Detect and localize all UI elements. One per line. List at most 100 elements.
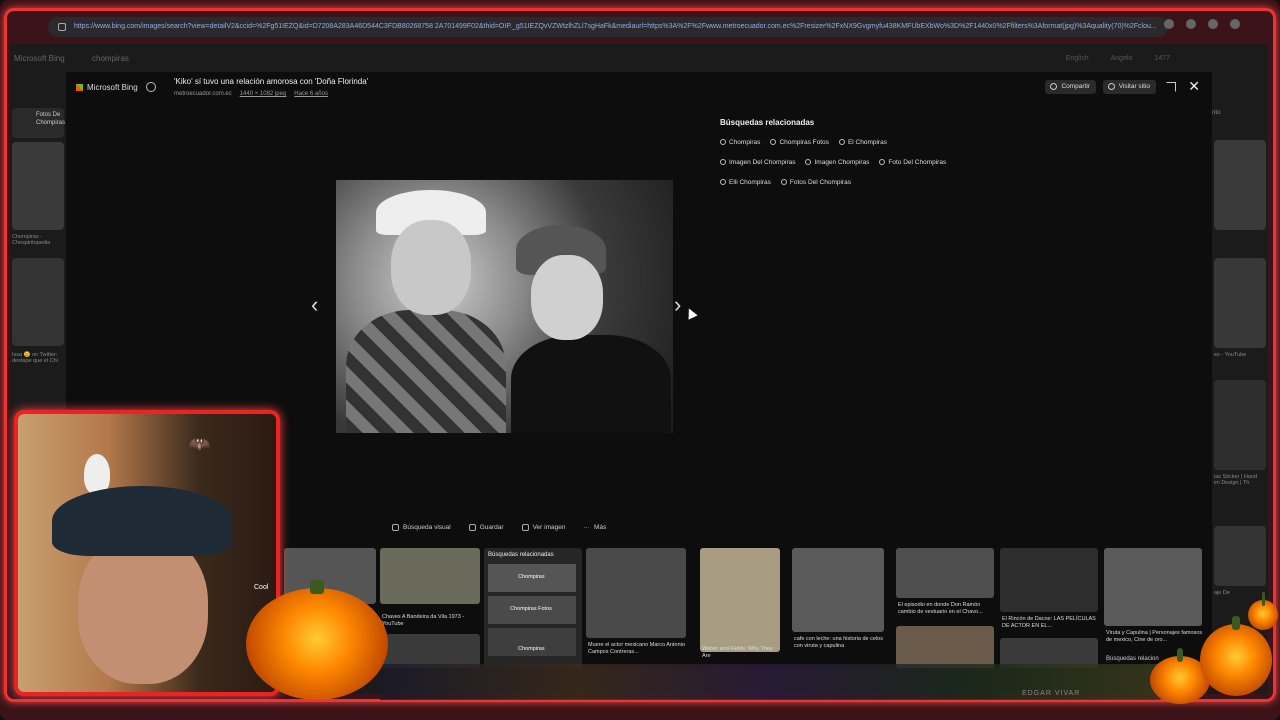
related-tile-image[interactable]: Chompiras [488, 628, 576, 656]
bg-thumb[interactable] [1214, 380, 1266, 470]
image-dimensions[interactable]: 1440 × 1082 jpeg [240, 91, 287, 97]
streamer-cap [52, 486, 232, 556]
expand-icon[interactable] [1166, 82, 1176, 92]
microsoft-logo-icon [76, 84, 83, 91]
bat-decoration-icon: 🦇 [188, 434, 211, 454]
bing-logo[interactable]: Microsoft Bing [76, 83, 138, 92]
image-title[interactable]: 'Kiko' sí tuvo una relación amorosa con … [174, 77, 368, 86]
bg-thumb[interactable] [1214, 526, 1266, 586]
lock-icon [58, 23, 66, 31]
bg-bing-logo[interactable]: Microsoft Bing [14, 54, 65, 63]
related-chip[interactable]: Fotos Del Chompiras [780, 175, 851, 189]
related-chip[interactable]: Foto Del Chompiras [879, 155, 946, 169]
search-icon [720, 179, 726, 185]
image-figure-right [511, 335, 671, 433]
next-image-button[interactable]: › [674, 292, 681, 318]
image-icon [521, 524, 529, 531]
related-chip[interactable]: Chompiras Fotos [770, 135, 829, 149]
bg-caption: Issa 😢 on Twitter: destape que el Chi [12, 352, 58, 364]
save-button[interactable]: Guardar [468, 524, 504, 531]
close-icon[interactable]: ✕ [1188, 78, 1200, 95]
share-label: Compartir [1061, 83, 1090, 90]
related-chip[interactable]: Imagen Del Chompiras [720, 155, 795, 169]
bg-caption: es - YouTube [1214, 352, 1247, 358]
previous-image-button[interactable]: ‹ [311, 292, 318, 318]
menu-icon[interactable] [1230, 19, 1240, 29]
thumbnail[interactable] [896, 626, 994, 668]
image-actions: Búsqueda visual Guardar Ver imagen ··· Má… [392, 524, 606, 531]
visit-site-button[interactable]: Visitar sitio [1102, 80, 1156, 94]
image-face-right [531, 255, 603, 340]
thumbnail[interactable]: El episodio en donde Don Ramón cambio de… [896, 548, 994, 615]
bookmark-star-icon[interactable] [1164, 19, 1174, 29]
related-tile-image[interactable]: Chompiras Fotos [488, 596, 576, 624]
view-image-button[interactable]: Ver imagen [521, 524, 565, 531]
globe-icon [1107, 83, 1115, 90]
thumbnail[interactable]: Weber and Fields: Why They Are [700, 548, 780, 659]
share-icon [1050, 83, 1058, 90]
source-domain[interactable]: metroecuador.com.ec [174, 91, 232, 97]
thumbnail[interactable]: Muere el actor mexicano Marco Antonio Ca… [586, 548, 686, 655]
bg-thumb[interactable] [1214, 258, 1266, 348]
search-icon [838, 139, 845, 145]
bg-caption: Chompiras - Chespiritopedia [12, 234, 51, 246]
thumbnail[interactable]: Viruta y Capulina | Personajes famosos d… [1104, 548, 1202, 643]
related-tile-image[interactable]: Chompiras [488, 564, 576, 592]
related-tile-label: Chompiras [518, 646, 545, 652]
save-label: Guardar [479, 524, 504, 531]
browser-toolbar [1164, 19, 1240, 29]
bg-thumb[interactable] [12, 142, 64, 230]
related-chip-label: Fotos Del Chompiras [789, 178, 851, 186]
related-searches: Búsquedas relacionadas Chompiras Chompir… [720, 118, 1020, 189]
extension-icon[interactable] [1186, 19, 1196, 29]
bottom-name-text: EDGAR VIVAR [1022, 690, 1081, 697]
share-button[interactable]: Compartir [1045, 80, 1096, 94]
related-chip-label: Imagen Chompiras [814, 158, 870, 166]
streamer-face [78, 534, 208, 684]
related-tile-title: Búsquedas relacionadas [488, 552, 554, 558]
webcam-overlay: 🦇 Cool [14, 410, 280, 696]
bg-user[interactable]: Angelo [1111, 55, 1133, 62]
profile-icon[interactable] [1208, 19, 1218, 29]
related-chip[interactable]: El Chompiras [838, 135, 887, 149]
thumbnail-caption: Viruta y Capulina | Personajes famosos d… [1106, 630, 1203, 643]
bg-language[interactable]: English [1066, 55, 1089, 62]
bg-thumb[interactable]: Fotos De Chompiras [12, 108, 65, 138]
bg-header-right: English Angelo 1477 [1066, 55, 1170, 62]
bg-search-query[interactable]: chompiras [92, 54, 129, 63]
pumpkin-icon [246, 580, 388, 700]
more-label: Más [593, 524, 607, 531]
visual-search-button[interactable]: Búsqueda visual [392, 524, 451, 531]
related-chip[interactable]: Chompiras [720, 135, 760, 149]
bg-thumb[interactable] [1214, 140, 1266, 230]
image-figure-left [346, 310, 506, 433]
mouse-cursor-icon [684, 306, 698, 320]
bookmark-icon [468, 524, 476, 531]
bg-caption: ias Sticker | Hand im Design | Th [1214, 474, 1258, 486]
image-age[interactable]: Hace 6 años [294, 91, 328, 97]
related-chip-label: Foto Del Chompiras [888, 158, 947, 166]
bg-caption: aje De [1214, 590, 1230, 596]
related-chip[interactable]: Elli Chompiras [720, 175, 771, 189]
search-icon [770, 139, 777, 145]
bg-points[interactable]: 1477 [1154, 55, 1170, 62]
search-icon[interactable] [146, 82, 156, 92]
thumbnail[interactable]: Chaves A Bandeira da Vila 1973 - YouTube [380, 548, 480, 627]
thumbnail[interactable] [380, 634, 480, 668]
search-icon [805, 159, 812, 165]
bg-caption: Fotos De [36, 112, 61, 118]
thumbnail[interactable]: El Rincón de Dacne: LAS PELÍCULAS DE ACT… [1000, 548, 1098, 629]
main-image[interactable] [336, 180, 673, 433]
address-bar[interactable]: https://www.bing.com/images/search?view=… [48, 17, 1168, 37]
related-chip[interactable]: Imagen Chompiras [805, 155, 869, 169]
more-related-label[interactable]: Búsquedas relacion [1106, 656, 1159, 662]
visual-search-label: Búsqueda visual [403, 524, 451, 531]
bg-thumb[interactable] [12, 258, 64, 346]
more-button[interactable]: ··· Más [583, 524, 606, 531]
thumbnail[interactable]: cafe con leche: una historia de celos co… [792, 548, 884, 649]
related-chips: Chompiras Chompiras Fotos El Chompiras I… [720, 135, 960, 189]
search-icon [720, 139, 726, 145]
thumbnail-strip: Chaves A Bandeira da Vila 1973 - YouTube… [284, 548, 1204, 668]
related-searches-tile[interactable]: Búsquedas relacionadas Chompiras Chompir… [484, 548, 582, 668]
related-chip-label: Imagen Del Chompiras [729, 158, 796, 166]
